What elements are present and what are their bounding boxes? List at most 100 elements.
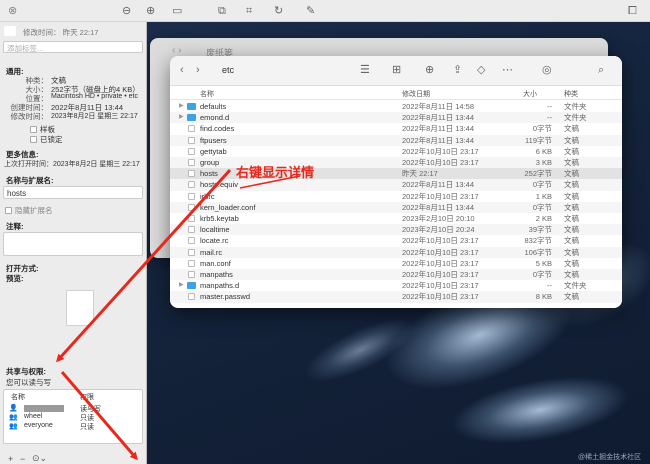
back-arrow-icon[interactable]: ‹ › [172, 45, 181, 56]
disclosure-icon[interactable]: ▶ [179, 112, 184, 123]
share-icon[interactable]: ⇪ [453, 64, 462, 76]
where-value: Macintosh HD • private • etc [51, 93, 138, 100]
hide-ext-checkbox[interactable] [5, 207, 12, 214]
file-kind: 文件夹 [564, 113, 587, 123]
file-row[interactable]: locate.rc 2022年10月10日 23:17 832字节 文稿 [170, 235, 622, 246]
sharing-section[interactable]: 共享与权限: [6, 366, 46, 377]
get-info-panel[interactable]: 修改时间： 昨天 22:17 添加标签... 通用: 种类： 文稿 大小： 25… [0, 0, 147, 464]
rotate-icon[interactable]: ↻ [274, 5, 283, 17]
file-date: 2022年8月11日 13:44 [402, 180, 474, 190]
file-row[interactable]: ▶ defaults 2022年8月11日 14:58 -- 文件夹 [170, 101, 622, 112]
locked-checkbox[interactable] [30, 136, 37, 143]
col-size[interactable]: 大小 [523, 89, 537, 99]
file-name: localtime [200, 225, 230, 235]
zoom-out-icon[interactable]: ⊖ [122, 5, 131, 17]
back-icon[interactable]: ‹ [180, 64, 184, 76]
tags-input[interactable]: 添加标签... [3, 41, 143, 53]
perm-name-header: 名称 [11, 394, 25, 401]
file-row[interactable]: hosts.equiv 2022年8月11日 13:44 0字节 文稿 [170, 179, 622, 191]
finder-toolbar: ‹ › etc ☰ ⊞ ⊕ ⇪ ◇ ⋯ ◎ ⌕ [170, 56, 622, 86]
fit-icon[interactable]: ▭ [172, 5, 182, 17]
col-kind[interactable]: 种类 [564, 89, 578, 99]
zoom-in-icon[interactable]: ⊕ [146, 5, 155, 17]
search-icon[interactable]: ⌕ [598, 64, 604, 76]
file-size: 832字节 [524, 236, 552, 246]
document-icon [188, 259, 195, 267]
markup-icon[interactable]: ✎ [306, 5, 315, 17]
actions-menu-icon[interactable]: ⊙⌄ [32, 453, 47, 464]
modified-value: 2023年8月2日 星期三 22:17 [51, 113, 138, 120]
file-row[interactable]: manpaths 2022年10月10日 23:17 0字节 文稿 [170, 269, 622, 281]
file-row[interactable]: gettytab 2022年10月10日 23:17 6 KB 文稿 [170, 146, 622, 157]
user-icon: 👥 [9, 423, 18, 430]
perm-priv-header: 权限 [80, 394, 94, 401]
group-icon[interactable]: ⊞ [392, 64, 401, 76]
file-row[interactable]: ▶ manpaths.d 2022年10月10日 23:17 -- 文件夹 [170, 280, 622, 291]
file-kind: 文稿 [564, 180, 579, 190]
add-user-button[interactable]: + [8, 454, 13, 464]
file-kind: 文稿 [564, 146, 579, 156]
file-row[interactable]: irbrc 2022年10月10日 23:17 1 KB 文稿 [170, 191, 622, 202]
file-size: -- [547, 113, 552, 123]
file-row[interactable]: master.passwd 2022年10月10日 23:17 8 KB 文稿 [170, 291, 622, 303]
file-size: 0字节 [532, 202, 552, 212]
remove-user-button[interactable]: − [20, 454, 25, 464]
disclosure-icon[interactable]: ▶ [179, 280, 184, 291]
file-kind: 文件夹 [564, 281, 587, 291]
preview-section[interactable]: 预览: [6, 273, 24, 284]
file-date: 2023年2月10日 20:10 [402, 214, 475, 223]
permission-row[interactable]: 👤 读与写 [4, 404, 142, 413]
file-row[interactable]: kern_loader.conf 2022年8月11日 13:44 0字节 文稿 [170, 201, 622, 213]
document-preview-icon [66, 290, 94, 326]
file-size: 8 KB [535, 292, 552, 302]
file-row[interactable]: mail.rc 2022年10月10日 23:17 106字节 文稿 [170, 246, 622, 258]
file-row[interactable]: find.codes 2022年8月11日 13:44 0字节 文稿 [170, 123, 622, 134]
file-row[interactable]: man.conf 2022年10月10日 23:17 5 KB 文稿 [170, 258, 622, 269]
comments-section[interactable]: 注释: [6, 221, 24, 232]
permission-row[interactable]: 👥 everyone 只读 [4, 422, 142, 431]
file-row[interactable]: ftpusers 2022年8月11日 13:44 119字节 文稿 [170, 134, 622, 146]
forward-icon[interactable]: › [196, 64, 200, 76]
file-row[interactable]: krb5.keytab 2023年2月10日 20:10 2 KB 文稿 [170, 213, 622, 224]
file-row[interactable]: ▶ emond.d 2022年8月11日 13:44 -- 文件夹 [170, 112, 622, 124]
permissions-table: 名称 权限 👤 读与写 👥 wheel 只读 👥 everyone 只读 [3, 389, 143, 444]
file-date: 2022年8月11日 13:44 [402, 135, 474, 145]
window-icon[interactable]: ⧠ [628, 5, 637, 17]
perm-privilege[interactable]: 只读 [80, 422, 94, 432]
close-icon[interactable]: ⊗ [8, 5, 17, 17]
crop-icon[interactable]: ⌗ [246, 5, 252, 17]
name-ext-section[interactable]: 名称与扩展名: [6, 175, 54, 186]
can-rw-text: 您可以读与写 [6, 378, 51, 387]
file-kind: 文稿 [564, 247, 579, 257]
file-date: 2022年10月10日 23:17 [402, 158, 479, 167]
document-icon [188, 215, 195, 222]
hide-ext-label: 隐藏扩展名 [15, 206, 53, 215]
more-icon[interactable]: ⋯ [502, 64, 513, 76]
finder-window[interactable]: ‹ › etc ☰ ⊞ ⊕ ⇪ ◇ ⋯ ◎ ⌕ 名称 修改日期 大小 种类 ▶ d… [170, 56, 622, 308]
file-kind: 文稿 [564, 124, 579, 134]
col-name[interactable]: 名称 [200, 89, 214, 99]
document-icon [188, 181, 195, 189]
col-date[interactable]: 修改日期 [402, 89, 430, 99]
perm-user: everyone [24, 422, 53, 429]
file-name: kern_loader.conf [200, 202, 256, 212]
copy-icon[interactable]: ⧉ [218, 5, 226, 17]
tags-placeholder: 添加标签... [7, 44, 44, 53]
watermark: @稀土掘金技术社区 [578, 454, 642, 461]
file-date: 2022年10月10日 23:17 [402, 191, 479, 201]
file-date: 昨天 22:17 [402, 169, 438, 179]
file-name: manpaths [200, 270, 233, 279]
file-name: krb5.keytab [200, 214, 239, 223]
stationery-checkbox[interactable] [30, 126, 37, 133]
document-icon [188, 170, 195, 178]
file-row[interactable]: localtime 2023年2月10日 20:24 39字节 文稿 [170, 224, 622, 236]
airdrop-icon[interactable]: ◎ [542, 64, 552, 76]
disclosure-icon[interactable]: ▶ [179, 101, 184, 112]
tag-icon[interactable]: ◇ [477, 64, 485, 76]
actions-icon[interactable]: ⊕ [425, 64, 434, 76]
file-date: 2022年10月10日 23:17 [402, 247, 479, 257]
comments-field[interactable] [3, 232, 143, 256]
permission-row[interactable]: 👥 wheel 只读 [4, 413, 142, 422]
view-list-icon[interactable]: ☰ [360, 64, 370, 76]
filename-field[interactable]: hosts [3, 186, 143, 199]
